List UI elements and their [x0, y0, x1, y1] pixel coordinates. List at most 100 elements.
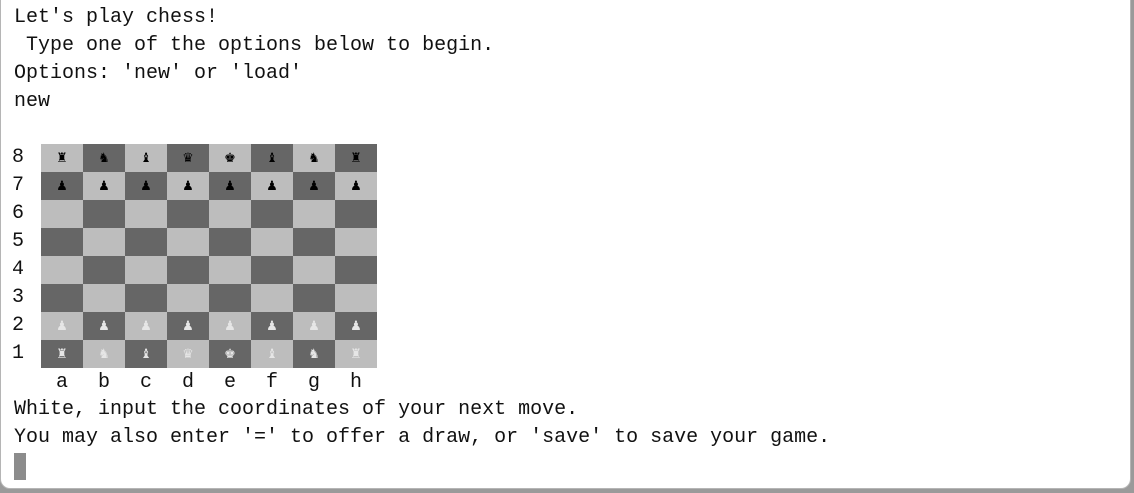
board-square[interactable]: ♟: [335, 172, 377, 200]
board-square[interactable]: [125, 228, 167, 256]
white-pawn-icon[interactable]: ♟: [308, 319, 320, 334]
board-square[interactable]: [41, 228, 83, 256]
board-square[interactable]: [83, 228, 125, 256]
white-pawn-icon[interactable]: ♟: [224, 319, 236, 334]
white-queen-icon[interactable]: ♛: [182, 347, 194, 362]
board-square[interactable]: [125, 284, 167, 312]
white-pawn-icon[interactable]: ♟: [98, 319, 110, 334]
black-pawn-icon[interactable]: ♟: [266, 179, 278, 194]
board-square[interactable]: [167, 284, 209, 312]
board-square[interactable]: [41, 284, 83, 312]
board-square[interactable]: ♛: [167, 340, 209, 368]
rank-label: 1: [12, 342, 25, 365]
black-pawn-icon[interactable]: ♟: [350, 179, 362, 194]
board-square[interactable]: ♟: [293, 172, 335, 200]
board-square[interactable]: ♟: [251, 312, 293, 340]
board-square[interactable]: [209, 228, 251, 256]
board-square[interactable]: ♟: [167, 172, 209, 200]
black-pawn-icon[interactable]: ♟: [308, 179, 320, 194]
white-pawn-icon[interactable]: ♟: [140, 319, 152, 334]
board-square[interactable]: ♟: [293, 312, 335, 340]
black-bishop-icon[interactable]: ♝: [266, 151, 278, 166]
board-square[interactable]: ♞: [83, 144, 125, 172]
board-square[interactable]: ♜: [41, 340, 83, 368]
board-square[interactable]: [293, 284, 335, 312]
white-bishop-icon[interactable]: ♝: [140, 347, 152, 362]
black-pawn-icon[interactable]: ♟: [98, 179, 110, 194]
text-cursor[interactable]: [14, 453, 26, 480]
black-pawn-icon[interactable]: ♟: [224, 179, 236, 194]
black-bishop-icon[interactable]: ♝: [140, 151, 152, 166]
board-square[interactable]: ♟: [125, 312, 167, 340]
board-square[interactable]: ♝: [251, 340, 293, 368]
board-square[interactable]: ♚: [209, 340, 251, 368]
board-square[interactable]: [293, 228, 335, 256]
board-square[interactable]: ♞: [293, 340, 335, 368]
white-bishop-icon[interactable]: ♝: [266, 347, 278, 362]
board-square[interactable]: ♟: [209, 172, 251, 200]
board-square[interactable]: [83, 284, 125, 312]
board-square[interactable]: ♞: [83, 340, 125, 368]
board-square[interactable]: [335, 200, 377, 228]
board-square[interactable]: [335, 284, 377, 312]
board-square[interactable]: [41, 256, 83, 284]
black-queen-icon[interactable]: ♛: [182, 151, 194, 166]
board-square[interactable]: [167, 200, 209, 228]
white-pawn-icon[interactable]: ♟: [266, 319, 278, 334]
white-pawn-icon[interactable]: ♟: [56, 319, 68, 334]
board-square[interactable]: ♟: [41, 172, 83, 200]
board-square[interactable]: [293, 200, 335, 228]
black-pawn-icon[interactable]: ♟: [56, 179, 68, 194]
board-square[interactable]: ♟: [167, 312, 209, 340]
board-square[interactable]: [41, 200, 83, 228]
white-rook-icon[interactable]: ♜: [350, 347, 362, 362]
black-king-icon[interactable]: ♚: [224, 151, 236, 166]
board-square[interactable]: [251, 256, 293, 284]
board-square[interactable]: [251, 228, 293, 256]
board-square[interactable]: [125, 200, 167, 228]
black-pawn-icon[interactable]: ♟: [182, 179, 194, 194]
board-square[interactable]: ♜: [335, 144, 377, 172]
white-knight-icon[interactable]: ♞: [308, 347, 320, 362]
board-square[interactable]: ♝: [125, 340, 167, 368]
terminal-line: You may also enter '=' to offer a draw, …: [14, 426, 831, 449]
board-square[interactable]: ♟: [125, 172, 167, 200]
board-square[interactable]: ♚: [209, 144, 251, 172]
board-square[interactable]: ♝: [251, 144, 293, 172]
board-square[interactable]: ♝: [125, 144, 167, 172]
board-square[interactable]: [251, 284, 293, 312]
black-pawn-icon[interactable]: ♟: [140, 179, 152, 194]
board-square[interactable]: [209, 284, 251, 312]
white-pawn-icon[interactable]: ♟: [350, 319, 362, 334]
board-square[interactable]: ♟: [83, 312, 125, 340]
terminal-line: White, input the coordinates of your nex…: [14, 398, 579, 421]
board-square[interactable]: ♟: [209, 312, 251, 340]
white-king-icon[interactable]: ♚: [224, 347, 236, 362]
board-square[interactable]: ♟: [251, 172, 293, 200]
board-square[interactable]: ♟: [83, 172, 125, 200]
white-knight-icon[interactable]: ♞: [98, 347, 110, 362]
board-square[interactable]: ♟: [41, 312, 83, 340]
board-square[interactable]: [335, 256, 377, 284]
board-square[interactable]: [83, 256, 125, 284]
board-square[interactable]: ♛: [167, 144, 209, 172]
board-square[interactable]: ♞: [293, 144, 335, 172]
white-rook-icon[interactable]: ♜: [56, 347, 68, 362]
board-square[interactable]: [209, 256, 251, 284]
board-square[interactable]: ♟: [335, 312, 377, 340]
white-pawn-icon[interactable]: ♟: [182, 319, 194, 334]
black-rook-icon[interactable]: ♜: [350, 151, 362, 166]
board-square[interactable]: [167, 256, 209, 284]
board-square[interactable]: [83, 200, 125, 228]
board-square[interactable]: [167, 228, 209, 256]
black-rook-icon[interactable]: ♜: [56, 151, 68, 166]
board-square[interactable]: ♜: [41, 144, 83, 172]
board-square[interactable]: [293, 256, 335, 284]
board-square[interactable]: [209, 200, 251, 228]
black-knight-icon[interactable]: ♞: [98, 151, 110, 166]
board-square[interactable]: [335, 228, 377, 256]
board-square[interactable]: ♜: [335, 340, 377, 368]
board-square[interactable]: [251, 200, 293, 228]
black-knight-icon[interactable]: ♞: [308, 151, 320, 166]
board-square[interactable]: [125, 256, 167, 284]
